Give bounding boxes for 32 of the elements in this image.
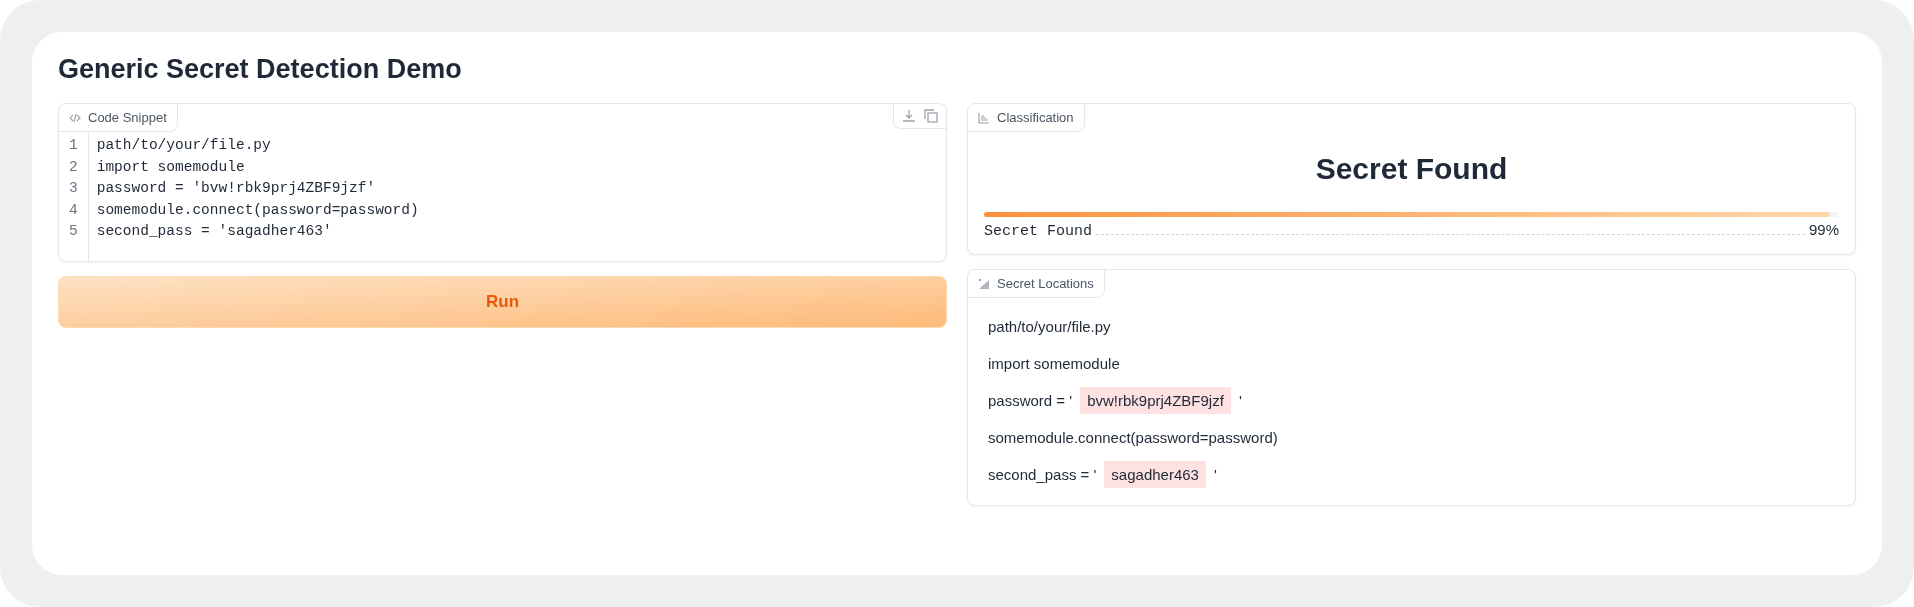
classification-label: Classification xyxy=(997,110,1074,125)
confidence-reading: 99% xyxy=(1808,221,1839,238)
code-line: import somemodule xyxy=(96,157,246,177)
line-number: 5 xyxy=(69,222,78,241)
chart-icon xyxy=(978,277,990,290)
location-text: ' xyxy=(1238,391,1242,409)
location-text: password = ' xyxy=(988,391,1073,409)
highlighted-secret: sagadher463 xyxy=(1104,460,1206,488)
code-line: path/to/your/file.py xyxy=(96,136,272,155)
line-number: 3 xyxy=(69,179,78,198)
line-number: 4 xyxy=(69,200,78,220)
location-text: second_pass = ' xyxy=(988,465,1097,483)
location-text: import somemodule xyxy=(988,354,1120,372)
code-editor[interactable]: Code Snippet 1 2 3 4 5 path/to/your/file.py import somemodule password = 'bvw!rbk9prj4ZBF9jzf' somemodule.connect(password=password) second_pass = 'sagadher463' xyxy=(58,103,947,262)
code-snippet-label: Code Snippet xyxy=(88,110,167,125)
location-text: ' xyxy=(1213,465,1217,483)
location-text: somemodule.connect(password=password) xyxy=(988,428,1278,446)
code-icon xyxy=(69,111,81,124)
confidence-label: Secret Found xyxy=(984,223,1093,240)
code-line: second_pass = 'sagadher463' xyxy=(96,222,333,241)
secret-locations-label: Secret Locations xyxy=(997,276,1094,291)
highlighted-secret: bvw!rbk9prj4ZBF9jzf xyxy=(1080,386,1231,414)
bar-chart-icon xyxy=(978,111,990,124)
result-label: Secret Found xyxy=(1314,152,1509,186)
line-number: 2 xyxy=(69,157,78,177)
line-number: 1 xyxy=(69,136,78,155)
location-text: path/to/your/file.py xyxy=(988,317,1111,335)
code-line: somemodule.connect(password=password) xyxy=(96,200,419,220)
page-title: Generic Secret Detection Demo xyxy=(58,54,463,85)
download-icon[interactable] xyxy=(902,109,916,123)
code-line: password = 'bvw!rbk9prj4ZBF9jzf' xyxy=(96,179,377,198)
copy-icon[interactable] xyxy=(924,109,938,123)
